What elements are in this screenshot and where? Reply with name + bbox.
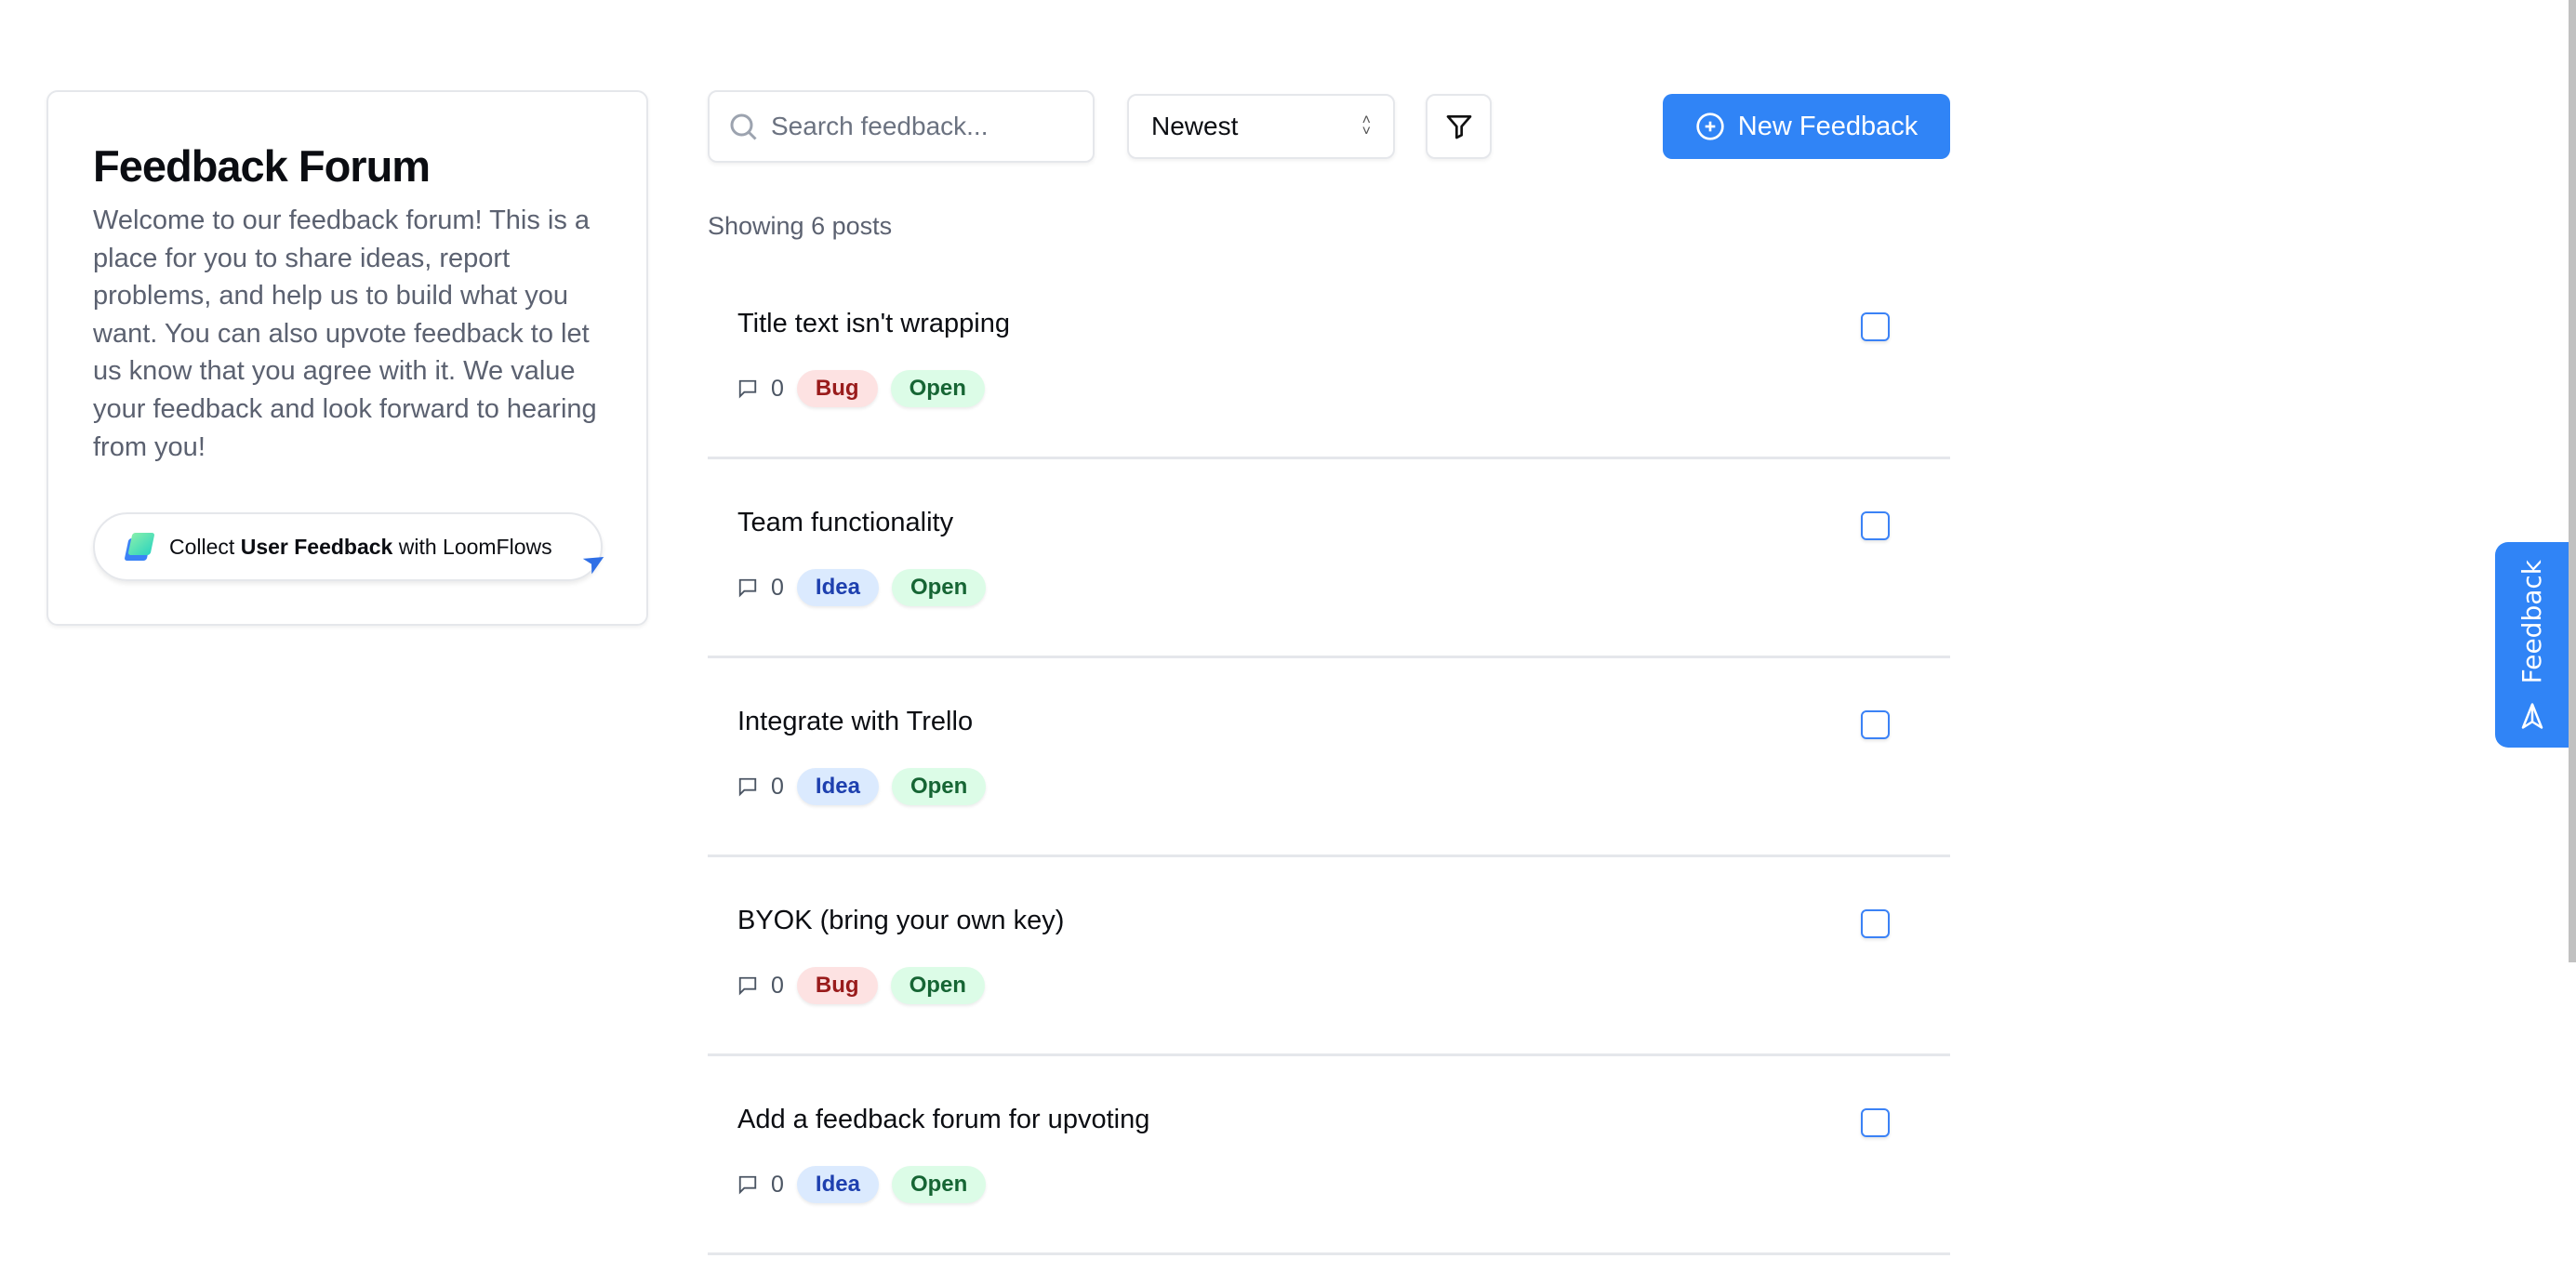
post-title[interactable]: Integrate with Trello bbox=[737, 707, 973, 737]
post-title[interactable]: Title text isn't wrapping bbox=[737, 309, 1010, 339]
upvote-checkbox[interactable] bbox=[1861, 1108, 1890, 1137]
feedback-tab-label: Feedback bbox=[2516, 559, 2547, 684]
post-count: Showing 6 posts bbox=[708, 212, 893, 240]
type-badge: Idea bbox=[796, 768, 879, 805]
post-item[interactable]: Add a feedback forum for upvoting 0 Idea… bbox=[708, 1056, 1950, 1255]
comment-count: 0 bbox=[771, 375, 784, 402]
comment-icon bbox=[738, 578, 757, 598]
scrollbar[interactable] bbox=[2569, 0, 2576, 962]
comment-count: 0 bbox=[771, 1171, 784, 1198]
post-title[interactable]: Add a feedback forum for upvoting bbox=[737, 1105, 1149, 1135]
comment-icon bbox=[738, 777, 757, 797]
status-badge: Open bbox=[891, 569, 987, 606]
new-feedback-button[interactable]: New Feedback bbox=[1663, 94, 1950, 159]
feedback-side-tab[interactable]: Feedback bbox=[2495, 542, 2569, 748]
sort-select[interactable]: Newest ˄ ˅ bbox=[1127, 94, 1395, 159]
page-title: Feedback Forum bbox=[93, 141, 431, 191]
type-badge: Idea bbox=[796, 569, 879, 606]
post-meta: 0 Idea Open bbox=[737, 768, 987, 805]
post-item[interactable]: Integrate with Trello 0 Idea Open bbox=[708, 658, 1950, 857]
filter-button[interactable] bbox=[1426, 94, 1492, 159]
comment-count: 0 bbox=[771, 574, 784, 601]
status-badge: Open bbox=[890, 967, 985, 1004]
search-box[interactable] bbox=[708, 90, 1095, 163]
cursor-click-icon: ➤ bbox=[577, 542, 613, 582]
new-feedback-label: New Feedback bbox=[1737, 111, 1919, 141]
post-list: Title text isn't wrapping 0 Bug Open Tea… bbox=[708, 260, 1950, 1255]
upvote-checkbox[interactable] bbox=[1861, 909, 1890, 938]
promo-suffix: with LoomFlows bbox=[398, 534, 552, 559]
promo-text: Collect User Feedback with LoomFlows bbox=[169, 535, 552, 560]
sort-value: Newest bbox=[1151, 112, 1239, 140]
post-title[interactable]: BYOK (bring your own key) bbox=[737, 906, 1064, 936]
chevron-up-down-icon: ˄ ˅ bbox=[1361, 113, 1371, 139]
comment-count: 0 bbox=[771, 972, 784, 999]
post-item[interactable]: Team functionality 0 Idea Open bbox=[708, 459, 1950, 658]
promo-bold: User Feedback bbox=[240, 534, 393, 559]
loomflows-logo-icon bbox=[125, 533, 156, 561]
post-meta: 0 Idea Open bbox=[737, 569, 987, 606]
search-input[interactable] bbox=[771, 112, 1069, 141]
type-badge: Bug bbox=[796, 370, 878, 407]
about-card: Feedback Forum Welcome to our feedback f… bbox=[46, 90, 648, 626]
upvote-checkbox[interactable] bbox=[1861, 511, 1890, 540]
search-icon bbox=[730, 113, 757, 140]
post-item[interactable]: Title text isn't wrapping 0 Bug Open bbox=[708, 260, 1950, 459]
plus-circle-icon bbox=[1696, 113, 1724, 140]
status-badge: Open bbox=[891, 768, 987, 805]
comment-count: 0 bbox=[771, 773, 784, 800]
upvote-checkbox[interactable] bbox=[1861, 710, 1890, 739]
loomflows-promo-link[interactable]: Collect User Feedback with LoomFlows ➤ bbox=[93, 512, 613, 581]
post-meta: 0 Bug Open bbox=[737, 967, 985, 1004]
comment-icon bbox=[738, 379, 757, 399]
post-item[interactable]: BYOK (bring your own key) 0 Bug Open bbox=[708, 857, 1950, 1056]
comment-icon bbox=[738, 976, 757, 996]
upvote-checkbox[interactable] bbox=[1861, 312, 1890, 341]
send-icon bbox=[2521, 703, 2543, 729]
type-badge: Idea bbox=[796, 1166, 879, 1203]
status-badge: Open bbox=[891, 1166, 987, 1203]
promo-prefix: Collect bbox=[169, 534, 235, 559]
forum-description: Welcome to our feedback forum! This is a… bbox=[93, 205, 597, 462]
post-meta: 0 Bug Open bbox=[737, 370, 985, 407]
type-badge: Bug bbox=[796, 967, 878, 1004]
filter-icon bbox=[1446, 115, 1471, 139]
post-meta: 0 Idea Open bbox=[737, 1166, 987, 1203]
post-title[interactable]: Team functionality bbox=[737, 508, 953, 538]
comment-icon bbox=[738, 1175, 757, 1195]
status-badge: Open bbox=[890, 370, 985, 407]
